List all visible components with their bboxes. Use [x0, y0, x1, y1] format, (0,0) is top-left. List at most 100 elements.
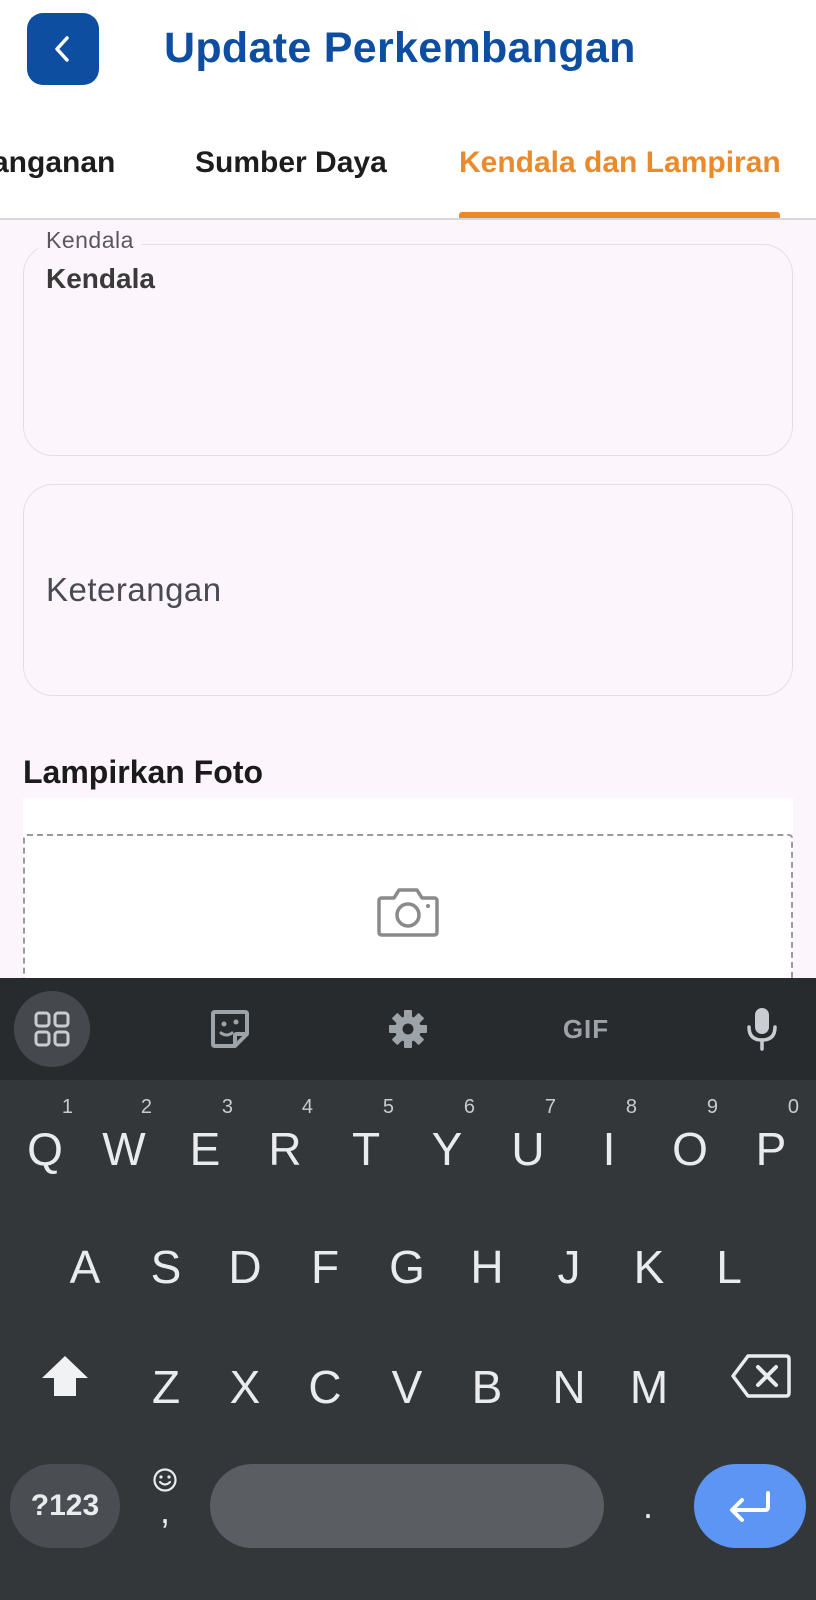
kendala-value: Kendala [46, 263, 155, 294]
key-label: U [511, 1123, 545, 1175]
photo-section-title: Lampirkan Foto [23, 754, 264, 790]
key-x[interactable]: X [205, 1334, 285, 1434]
keterangan-field[interactable]: Keterangan [23, 484, 793, 696]
key-label: Y [431, 1123, 463, 1175]
key-hint: 3 [221, 1096, 233, 1118]
key-h[interactable]: H [447, 1214, 527, 1314]
page-title: Update Perkembangan [164, 24, 636, 72]
settings-button[interactable] [378, 978, 438, 1080]
microphone-icon [747, 1008, 777, 1051]
chevron-left-icon [55, 36, 69, 62]
key-u[interactable]: 7U [488, 1096, 568, 1196]
keyboard-toolbar: GIF [0, 978, 816, 1080]
key-label: R [268, 1123, 302, 1175]
key-f[interactable]: F [285, 1214, 365, 1314]
gear-icon [389, 1010, 427, 1048]
key-hint: 5 [382, 1096, 394, 1118]
key-a[interactable]: A [45, 1214, 125, 1314]
key-label: I [602, 1123, 616, 1175]
key-label: M [629, 1361, 669, 1413]
key-label: X [229, 1361, 261, 1413]
key-label: J [557, 1241, 581, 1293]
kendala-field[interactable]: Kendala Kendala [23, 227, 793, 456]
key-v[interactable]: V [367, 1334, 447, 1434]
space-bar[interactable] [210, 1464, 604, 1548]
key-label: V [391, 1361, 423, 1413]
apps-grid-button[interactable] [14, 991, 90, 1067]
key-hint: 6 [463, 1096, 475, 1118]
key-hint: 4 [301, 1096, 313, 1118]
key-w[interactable]: 2W [84, 1096, 164, 1196]
key-s[interactable]: S [126, 1214, 206, 1314]
key-hint: 1 [61, 1096, 73, 1118]
key-n[interactable]: N [529, 1334, 609, 1434]
key-label: B [471, 1361, 503, 1413]
key-t[interactable]: 5T [326, 1096, 406, 1196]
tab-sumber-daya[interactable]: Sumber Daya [195, 146, 387, 180]
key-z[interactable]: Z [126, 1334, 206, 1434]
key-label: K [633, 1241, 665, 1293]
key-c[interactable]: C [285, 1334, 365, 1434]
enter-icon [730, 1491, 770, 1522]
key-label: Z [151, 1361, 181, 1413]
key-label: Q [27, 1123, 63, 1175]
tab-kendala-dan-lampiran[interactable]: Kendala dan Lampiran [459, 146, 781, 180]
key-l[interactable]: L [689, 1214, 769, 1314]
key-label: O [672, 1123, 708, 1175]
key-label: W [102, 1123, 146, 1175]
key-label: N [552, 1361, 586, 1413]
shift-key[interactable] [30, 1336, 100, 1416]
key-label: F [310, 1241, 340, 1293]
onscreen-keyboard: GIF 1Q 2W 3E 4R 5T 6Y 7U 8I 9O 0P A S D … [0, 978, 816, 1600]
key-m[interactable]: M [609, 1334, 689, 1434]
key-k[interactable]: K [609, 1214, 689, 1314]
key-label: L [716, 1241, 742, 1293]
tab-penanganan[interactable]: anganan [0, 146, 115, 180]
key-label: P [755, 1123, 787, 1175]
camera-icon [377, 888, 439, 937]
key-e[interactable]: 3E [165, 1096, 245, 1196]
period-key[interactable]: . [620, 1464, 676, 1548]
backspace-key[interactable] [716, 1336, 806, 1416]
emoji-comma-key[interactable]: , [140, 1448, 190, 1548]
key-label: E [189, 1123, 221, 1175]
backspace-icon [731, 1354, 791, 1398]
key-hint: 8 [625, 1096, 637, 1118]
key-y[interactable]: 6Y [407, 1096, 487, 1196]
key-b[interactable]: B [447, 1334, 527, 1434]
key-label: H [470, 1241, 504, 1293]
key-label: D [228, 1241, 262, 1293]
voice-input-button[interactable] [732, 978, 792, 1080]
sticker-button[interactable] [200, 978, 260, 1080]
key-hint: 2 [140, 1096, 152, 1118]
key-g[interactable]: G [367, 1214, 447, 1314]
symbols-key[interactable]: ?123 [10, 1464, 120, 1548]
key-q[interactable]: 1Q [5, 1096, 85, 1196]
key-r[interactable]: 4R [245, 1096, 325, 1196]
kendala-label: Kendala [38, 227, 142, 254]
sticker-icon [211, 1010, 249, 1048]
key-label: A [69, 1241, 101, 1293]
key-i[interactable]: 8I [569, 1096, 649, 1196]
comma-label: , [159, 1490, 170, 1531]
keterangan-placeholder: Keterangan [46, 571, 222, 608]
key-p[interactable]: 0P [731, 1096, 811, 1196]
key-label: T [351, 1123, 381, 1175]
key-d[interactable]: D [205, 1214, 285, 1314]
shift-icon [42, 1356, 88, 1396]
tab-bar: anganan Sumber Daya Kendala dan Lampiran [0, 110, 816, 220]
key-o[interactable]: 9O [650, 1096, 730, 1196]
key-label: C [308, 1361, 342, 1413]
app-header: Update Perkembangan [0, 0, 816, 110]
back-button[interactable] [27, 13, 99, 85]
active-tab-indicator [459, 212, 780, 218]
photo-upload-area[interactable] [23, 798, 793, 1034]
key-j[interactable]: J [529, 1214, 609, 1314]
grid-icon [34, 1011, 70, 1047]
key-hint: 7 [544, 1096, 556, 1118]
key-hint: 9 [706, 1096, 718, 1118]
key-hint: 0 [787, 1096, 799, 1118]
gif-button[interactable]: GIF [548, 978, 624, 1080]
key-label: S [150, 1241, 182, 1293]
enter-key[interactable] [694, 1464, 806, 1548]
